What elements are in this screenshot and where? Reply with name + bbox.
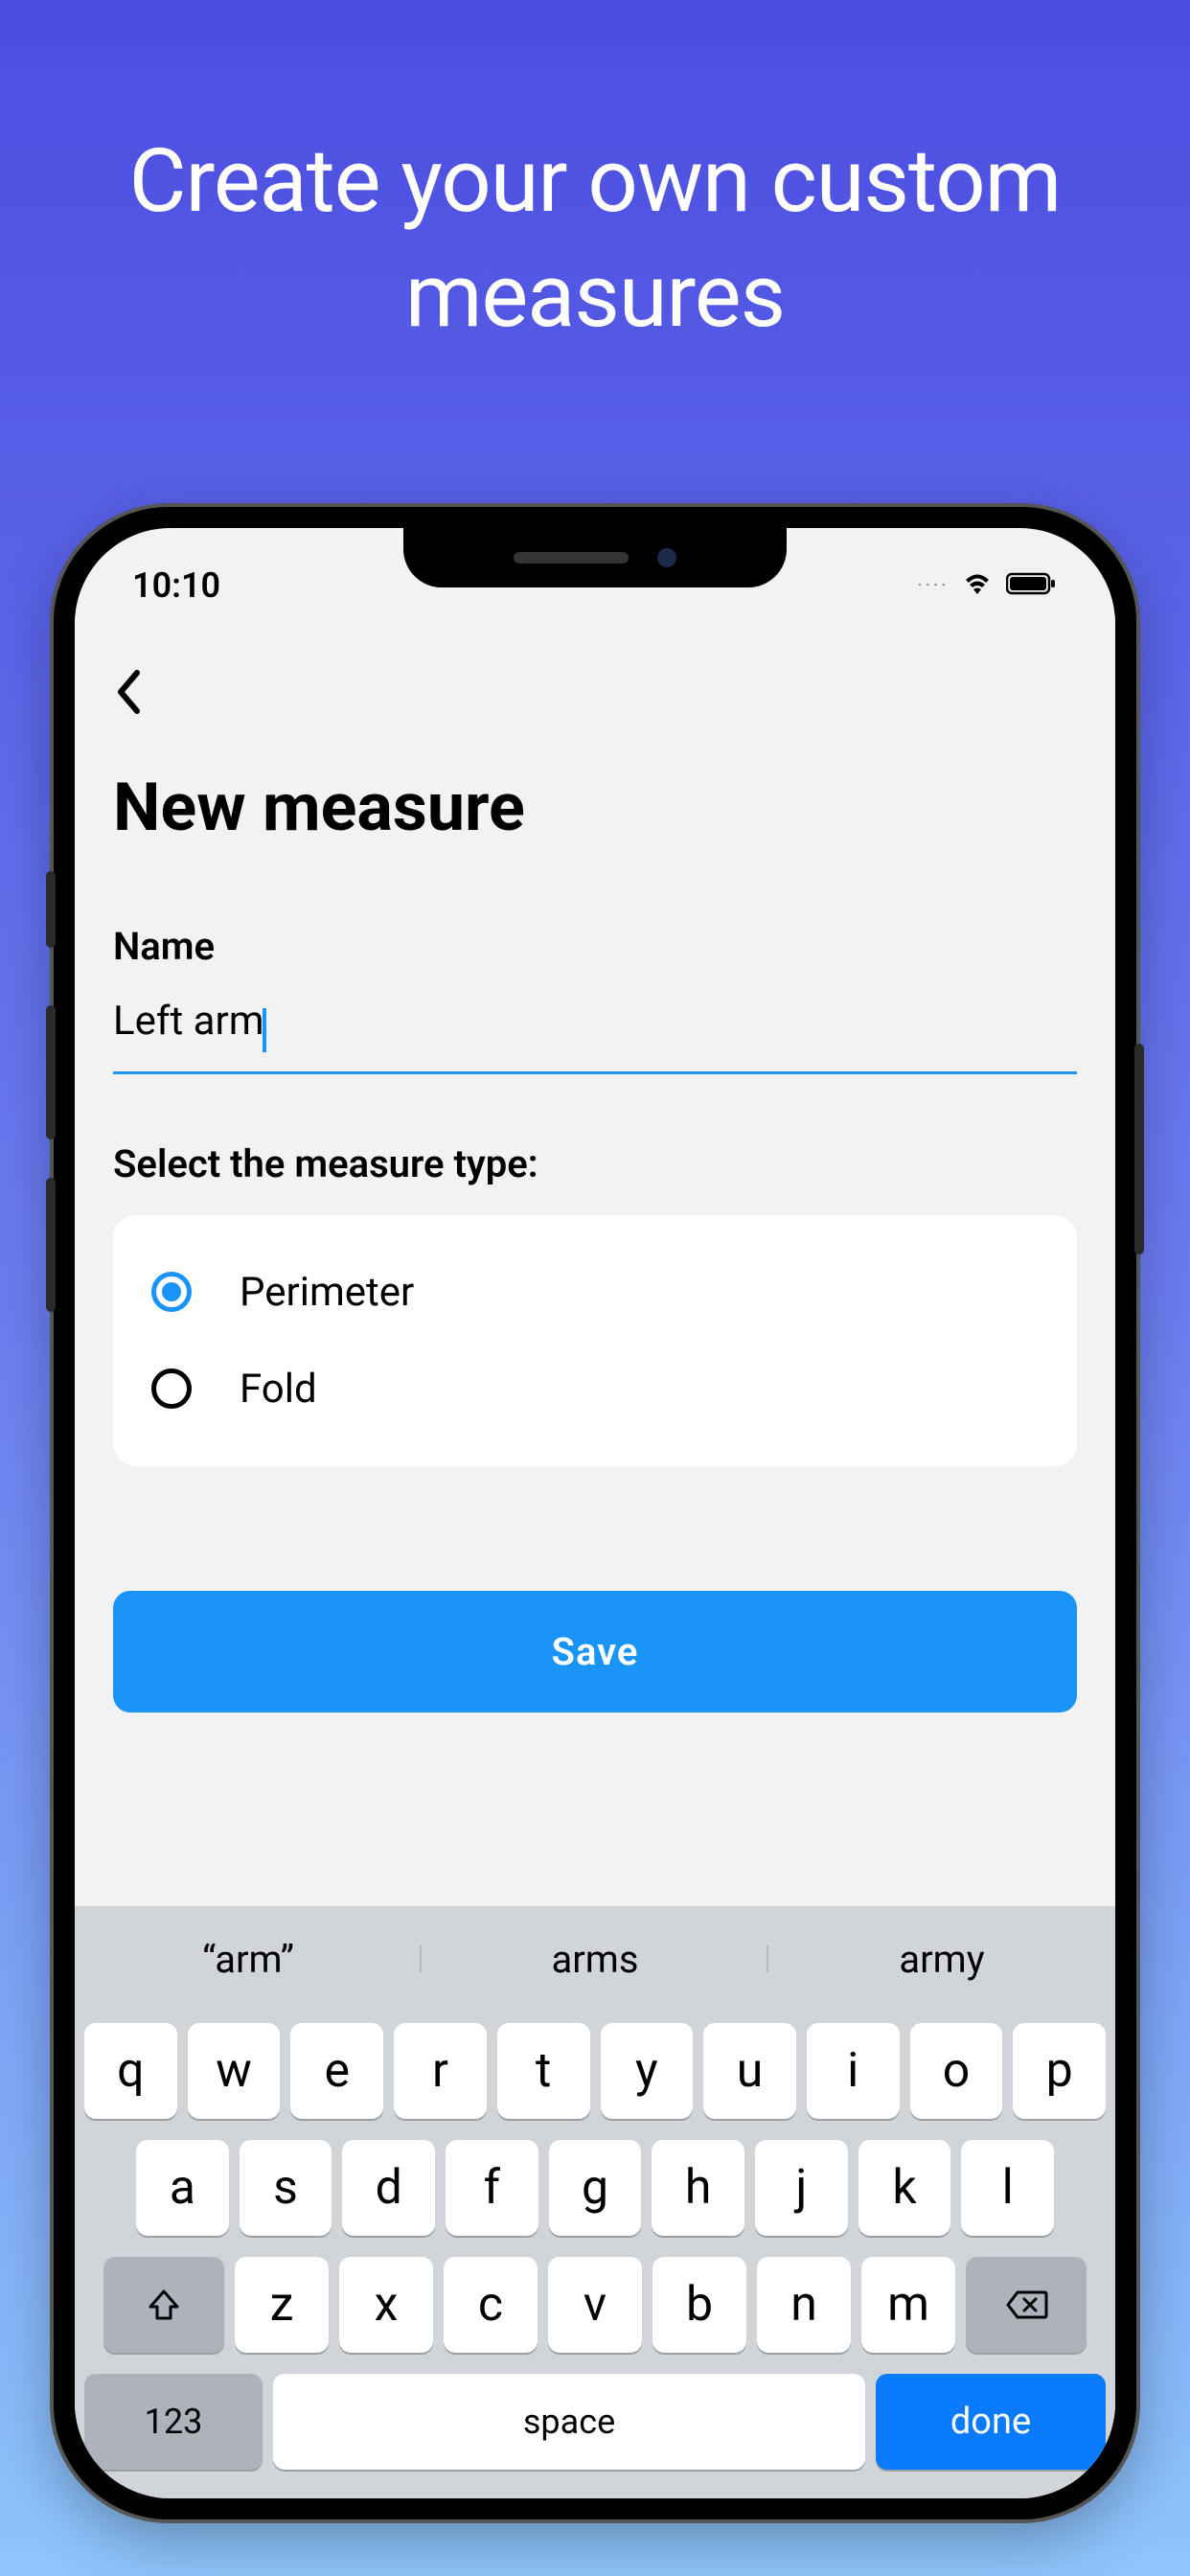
key-e[interactable]: e	[290, 2023, 383, 2119]
radio-label: Perimeter	[240, 1269, 414, 1316]
key-space[interactable]: space	[273, 2374, 865, 2470]
key-done[interactable]: done	[876, 2374, 1106, 2470]
key-d[interactable]: d	[342, 2140, 435, 2236]
key-u[interactable]: u	[703, 2023, 796, 2119]
key-x[interactable]: x	[339, 2257, 433, 2353]
suggestion-bar: “arm” arms army	[75, 1906, 1115, 2012]
key-q[interactable]: q	[84, 2023, 177, 2119]
device-notch	[403, 528, 787, 587]
page-title: New measure	[113, 769, 1077, 847]
name-input-wrap[interactable]: Left arm	[113, 998, 1077, 1074]
key-z[interactable]: z	[235, 2257, 329, 2353]
keyboard-row-3: z x c v b n m	[84, 2257, 1106, 2353]
power-button	[1134, 1044, 1144, 1254]
key-backspace[interactable]	[966, 2257, 1087, 2353]
key-shift[interactable]	[103, 2257, 224, 2353]
measure-type-card: Perimeter Fold	[113, 1215, 1077, 1466]
radio-option-fold[interactable]: Fold	[151, 1341, 1039, 1438]
chevron-left-icon	[113, 668, 142, 716]
text-cursor	[263, 1008, 266, 1052]
app-content: New measure Name Left arm Select the mea…	[75, 614, 1115, 1713]
keyboard-row-4: 123 space done	[84, 2374, 1106, 2470]
keyboard-row-1: q w e r t y u i o p	[84, 2023, 1106, 2119]
keyboard: “arm” arms army q w e r t y u i o p	[75, 1906, 1115, 2498]
cellular-dots-icon: ····	[917, 572, 949, 599]
key-m[interactable]: m	[861, 2257, 955, 2353]
silent-switch	[46, 871, 56, 948]
key-l[interactable]: l	[961, 2140, 1054, 2236]
radio-option-perimeter[interactable]: Perimeter	[151, 1244, 1039, 1341]
suggestion-3[interactable]: army	[768, 1937, 1115, 1982]
key-p[interactable]: p	[1013, 2023, 1106, 2119]
key-r[interactable]: r	[394, 2023, 487, 2119]
phone-frame: 10:10 ···· New measure Name Left arm Sel…	[54, 507, 1136, 2519]
suggestion-1[interactable]: “arm”	[75, 1937, 422, 1982]
save-button[interactable]: Save	[113, 1591, 1077, 1713]
key-numbers[interactable]: 123	[84, 2374, 263, 2470]
radio-label: Fold	[240, 1366, 317, 1413]
name-field-label: Name	[113, 924, 1077, 969]
keyboard-row-2: a s d f g h j k l	[84, 2140, 1106, 2236]
radio-selected-icon	[151, 1272, 192, 1312]
key-o[interactable]: o	[910, 2023, 1003, 2119]
name-input[interactable]: Left arm	[113, 998, 264, 1045]
key-y[interactable]: y	[601, 2023, 694, 2119]
status-time: 10:10	[132, 565, 220, 606]
key-g[interactable]: g	[549, 2140, 642, 2236]
key-h[interactable]: h	[652, 2140, 744, 2236]
key-w[interactable]: w	[188, 2023, 281, 2119]
key-s[interactable]: s	[240, 2140, 332, 2236]
keyboard-rows: q w e r t y u i o p a s d f g h	[75, 2012, 1115, 2498]
radio-unselected-icon	[151, 1368, 192, 1409]
key-a[interactable]: a	[136, 2140, 229, 2236]
suggestion-2[interactable]: arms	[422, 1937, 768, 1982]
wifi-icon	[960, 571, 995, 600]
front-camera	[657, 548, 676, 567]
volume-down-button	[46, 1178, 56, 1312]
battery-icon	[1006, 571, 1058, 600]
key-f[interactable]: f	[446, 2140, 538, 2236]
shift-icon	[145, 2286, 183, 2324]
speaker	[514, 552, 629, 564]
key-i[interactable]: i	[807, 2023, 900, 2119]
key-n[interactable]: n	[757, 2257, 851, 2353]
phone-screen: 10:10 ···· New measure Name Left arm Sel…	[75, 528, 1115, 2498]
status-indicators: ····	[917, 571, 1058, 600]
key-k[interactable]: k	[858, 2140, 951, 2236]
key-b[interactable]: b	[652, 2257, 746, 2353]
measure-type-label: Select the measure type:	[113, 1141, 1077, 1186]
key-j[interactable]: j	[755, 2140, 848, 2236]
volume-up-button	[46, 1005, 56, 1139]
promo-headline: Create your own custom measures	[0, 125, 1190, 354]
back-button[interactable]	[113, 653, 142, 740]
key-t[interactable]: t	[497, 2023, 590, 2119]
key-v[interactable]: v	[548, 2257, 642, 2353]
key-c[interactable]: c	[444, 2257, 538, 2353]
backspace-icon	[1004, 2288, 1048, 2321]
